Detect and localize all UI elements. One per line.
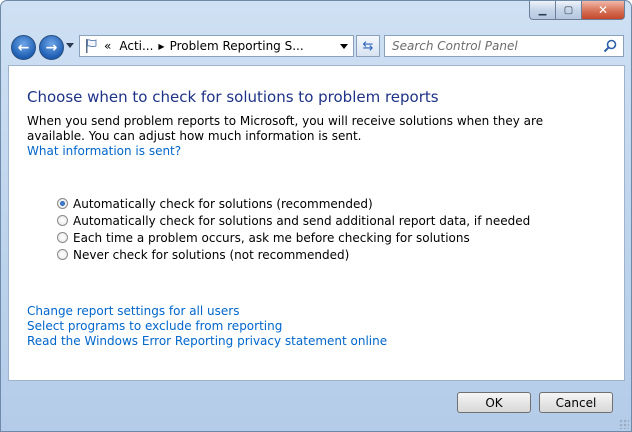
content-pane: Choose when to check for solutions to pr… <box>8 65 625 381</box>
forward-button[interactable]: → <box>39 35 64 60</box>
option-label: Automatically check for solutions (recom… <box>73 196 373 211</box>
refresh-icon: ⇆ <box>362 38 374 54</box>
option-label: Each time a problem occurs, ask me befor… <box>73 230 470 245</box>
minimize-button[interactable]: ▁ <box>529 1 556 20</box>
page-description: When you send problem reports to Microso… <box>27 114 544 143</box>
page-title: Choose when to check for solutions to pr… <box>27 88 439 106</box>
ok-button[interactable]: OK <box>457 392 531 413</box>
breadcrumb-separator-icon[interactable]: ▶ <box>158 42 164 51</box>
forward-arrow-icon: → <box>45 39 58 56</box>
search-box[interactable] <box>384 35 624 57</box>
radio-auto-check[interactable] <box>57 198 68 209</box>
cancel-button[interactable]: Cancel <box>539 392 613 413</box>
option-label: Automatically check for solutions and se… <box>73 213 531 228</box>
radio-auto-check-send-data[interactable] <box>57 215 68 226</box>
maximize-icon: ▢ <box>563 4 574 16</box>
exclude-programs-link[interactable]: Select programs to exclude from reportin… <box>27 319 387 334</box>
caption-buttons: ▁ ▢ ✕ <box>529 1 625 20</box>
refresh-button[interactable]: ⇆ <box>356 35 380 57</box>
change-settings-all-users-link[interactable]: Change report settings for all users <box>27 304 387 319</box>
back-button[interactable]: ← <box>11 35 36 60</box>
option-auto-check-send-data[interactable]: Automatically check for solutions and se… <box>57 212 530 229</box>
option-ask-before-checking[interactable]: Each time a problem occurs, ask me befor… <box>57 229 530 246</box>
resize-grip-icon[interactable] <box>619 419 629 429</box>
breadcrumb-overflow[interactable]: « <box>104 39 111 53</box>
radio-never-check[interactable] <box>57 249 68 260</box>
option-label: Never check for solutions (not recommend… <box>73 247 350 262</box>
dialog-footer: OK Cancel <box>1 381 631 431</box>
breadcrumb-action-center[interactable]: Acti... <box>119 39 153 53</box>
address-bar[interactable]: « Acti... ▶ Problem Reporting S... <box>79 35 354 57</box>
option-never-check[interactable]: Never check for solutions (not recommend… <box>57 246 530 263</box>
back-arrow-icon: ← <box>17 39 30 56</box>
option-auto-check[interactable]: Automatically check for solutions (recom… <box>57 195 530 212</box>
privacy-statement-link[interactable]: Read the Windows Error Reporting privacy… <box>27 334 387 349</box>
search-icon[interactable] <box>603 39 617 53</box>
radio-ask-before-checking[interactable] <box>57 232 68 243</box>
close-icon: ✕ <box>597 3 609 17</box>
what-information-link[interactable]: What information is sent? <box>27 144 181 158</box>
control-panel-window: ▁ ▢ ✕ ← → « Acti... ▶ Problem Reporting … <box>0 0 632 432</box>
solution-options-group: Automatically check for solutions (recom… <box>57 195 530 263</box>
action-center-flag-icon <box>86 39 97 53</box>
maximize-button[interactable]: ▢ <box>556 1 582 20</box>
recent-pages-dropdown-icon[interactable] <box>66 43 74 48</box>
breadcrumb-problem-reporting[interactable]: Problem Reporting S... <box>170 39 304 53</box>
related-links: Change report settings for all users Sel… <box>27 304 387 349</box>
search-input[interactable] <box>385 38 603 54</box>
navigation-bar: ← → « Acti... ▶ Problem Reporting S... ⇆ <box>9 33 624 61</box>
address-dropdown-icon[interactable] <box>340 44 348 49</box>
close-button[interactable]: ✕ <box>582 1 625 20</box>
minimize-icon: ▁ <box>538 4 547 16</box>
